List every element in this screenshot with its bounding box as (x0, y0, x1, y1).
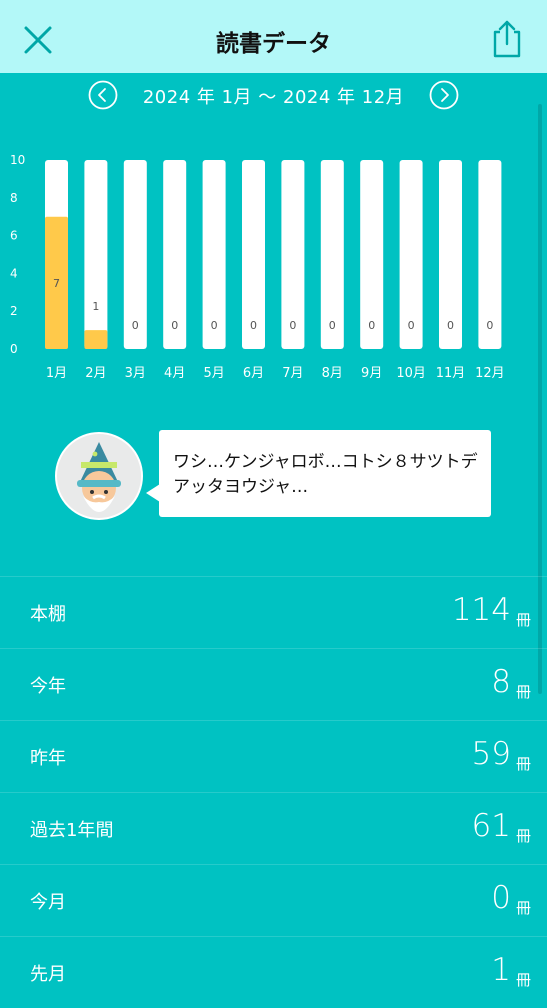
stat-row-this-month[interactable]: 今月 0 冊 (0, 864, 547, 936)
y-tick-label: 8 (10, 191, 18, 205)
navigation-bar: 読書データ (0, 0, 547, 73)
stat-row-last-year[interactable]: 昨年 59 冊 (0, 720, 547, 792)
x-tick-label: 6月 (243, 366, 264, 381)
bar-value-label: 0 (250, 319, 257, 332)
stat-unit: 冊 (515, 611, 531, 629)
stat-value: 1 (491, 952, 511, 988)
x-tick-label: 7月 (282, 366, 303, 381)
stat-value: 61 (471, 808, 511, 844)
bar-value-label: 0 (447, 319, 454, 332)
x-tick-label: 5月 (203, 366, 224, 381)
stat-unit: 冊 (515, 827, 531, 845)
speech-bubble-tail (146, 484, 160, 502)
page-title: 読書データ (216, 31, 331, 57)
chevron-right-icon (429, 80, 459, 110)
y-tick-label: 2 (10, 304, 18, 318)
bar-value-label: 0 (329, 319, 336, 332)
stat-label: 今月 (30, 892, 66, 913)
stat-label: 過去1年間 (30, 820, 114, 841)
monthly-reading-chart: 024681071月12月03月04月05月06月07月08月09月010月01… (10, 153, 505, 381)
stat-unit: 冊 (515, 971, 531, 989)
bar-value-label: 1 (92, 300, 99, 313)
bar-value-label: 0 (368, 319, 375, 332)
x-tick-label: 4月 (164, 366, 185, 381)
x-tick-label: 1月 (46, 366, 67, 381)
stat-row-past-12-months[interactable]: 過去1年間 61 冊 (0, 792, 547, 864)
x-tick-label: 10月 (396, 366, 426, 381)
stat-value: 114 (451, 592, 511, 628)
stat-value: 8 (491, 664, 511, 700)
x-tick-label: 3月 (125, 366, 146, 381)
stat-label: 先月 (30, 964, 66, 985)
speech-bubble: ワシ…ケンジャロボ…コトシ８サツトデアッタヨウジャ… (159, 430, 491, 517)
speech-text: ワシ…ケンジャロボ…コトシ８サツトデアッタヨウジャ… (173, 452, 478, 497)
stat-label: 昨年 (30, 748, 66, 769)
bar-value-label: 0 (132, 319, 139, 332)
stat-unit: 冊 (515, 683, 531, 701)
x-tick-label: 12月 (475, 366, 505, 381)
y-tick-label: 6 (10, 229, 18, 243)
stat-row-bookshelf[interactable]: 本棚 114 冊 (0, 576, 547, 648)
share-icon (493, 20, 521, 58)
stat-label: 今年 (30, 676, 66, 697)
x-tick-label: 8月 (322, 366, 343, 381)
stat-value: 59 (471, 736, 511, 772)
share-button[interactable] (486, 18, 526, 60)
stats-list: 本棚 114 冊 今年 8 冊 昨年 59 冊 過去1年間 61 冊 今月 0 … (0, 576, 547, 1008)
stat-row-last-month[interactable]: 先月 1 冊 (0, 936, 547, 1008)
bar-value-label: 0 (171, 319, 178, 332)
x-tick-label: 11月 (436, 366, 466, 381)
y-tick-label: 0 (10, 342, 18, 356)
stat-label: 本棚 (30, 604, 66, 625)
stat-unit: 冊 (515, 899, 531, 917)
stat-value: 0 (491, 880, 511, 916)
bar-track (84, 160, 108, 349)
wizard-avatar-icon (55, 432, 143, 520)
stat-unit: 冊 (515, 755, 531, 773)
date-range-label: 2024 年 1月 〜 2024 年 12月 (142, 87, 405, 108)
bar (84, 330, 108, 349)
y-tick-label: 10 (10, 153, 25, 167)
next-period-button[interactable] (429, 80, 459, 110)
date-range-selector: 2024 年 1月 〜 2024 年 12月 (0, 80, 547, 110)
x-tick-label: 2月 (85, 366, 106, 381)
bar-value-label: 7 (53, 277, 60, 290)
bar-value-label: 0 (289, 319, 296, 332)
y-tick-label: 4 (10, 266, 18, 280)
bar-value-label: 0 (408, 319, 415, 332)
bar-value-label: 0 (211, 319, 218, 332)
stat-row-this-year[interactable]: 今年 8 冊 (0, 648, 547, 720)
bar-value-label: 0 (486, 319, 493, 332)
x-tick-label: 9月 (361, 366, 382, 381)
assistant-message: ワシ…ケンジャロボ…コトシ８サツトデアッタヨウジャ… (0, 420, 547, 530)
